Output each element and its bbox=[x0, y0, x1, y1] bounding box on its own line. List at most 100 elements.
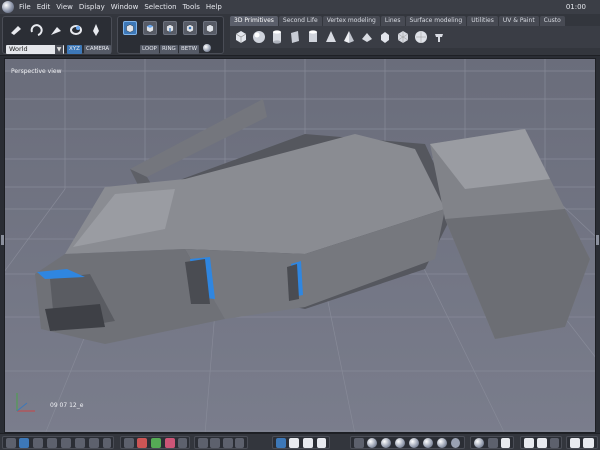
xyz-button[interactable]: XYZ bbox=[67, 45, 82, 54]
layout-three-icon[interactable] bbox=[61, 438, 71, 448]
edge-select-icon[interactable] bbox=[163, 21, 177, 35]
scene-render[interactable] bbox=[5, 59, 596, 433]
tab-uv-paint[interactable]: UV & Paint bbox=[498, 16, 539, 26]
dolly-icon[interactable] bbox=[317, 438, 326, 448]
menu-selection[interactable]: Selection bbox=[141, 0, 179, 14]
tab-3d-primitives[interactable]: 3D Primitives bbox=[230, 16, 278, 26]
menu-window[interactable]: Window bbox=[108, 0, 142, 14]
prism-icon[interactable] bbox=[360, 29, 374, 45]
tab-lines[interactable]: Lines bbox=[380, 16, 405, 26]
loop-button[interactable]: LOOP bbox=[140, 45, 159, 54]
tube-icon[interactable] bbox=[306, 29, 320, 45]
axis-gizmo-icon bbox=[16, 393, 35, 412]
menu-tools[interactable]: Tools bbox=[180, 0, 203, 14]
texture-icon[interactable] bbox=[151, 438, 161, 448]
shade-1-icon[interactable] bbox=[367, 438, 377, 448]
zoom-icon[interactable] bbox=[223, 438, 233, 448]
torus-icon[interactable] bbox=[378, 29, 392, 45]
tab-custom[interactable]: Custo bbox=[539, 16, 565, 26]
layout-right-icon[interactable] bbox=[103, 438, 111, 448]
ring-button[interactable]: RING bbox=[160, 45, 178, 54]
toolbar: World ▼ XYZ CAMERA LOOP RING BETW 3D Pri… bbox=[0, 14, 600, 56]
frame-icon[interactable] bbox=[235, 438, 244, 448]
settings-dot-icon[interactable] bbox=[203, 44, 211, 52]
plane-icon[interactable] bbox=[288, 29, 302, 45]
menu-help[interactable]: Help bbox=[203, 0, 225, 14]
menu-file[interactable]: File bbox=[16, 0, 34, 14]
layout-four-icon[interactable] bbox=[75, 438, 85, 448]
shade-4-icon[interactable] bbox=[409, 438, 419, 448]
face-select-icon[interactable] bbox=[143, 21, 157, 35]
uv-icon[interactable] bbox=[178, 438, 187, 448]
primitive-palette bbox=[230, 26, 600, 48]
cube-icon[interactable] bbox=[234, 29, 248, 45]
vertex-select-icon[interactable] bbox=[183, 21, 197, 35]
object-select-icon[interactable] bbox=[123, 21, 137, 35]
geosphere-icon[interactable] bbox=[414, 29, 428, 45]
rotate-tool-icon[interactable] bbox=[29, 23, 43, 37]
shade-3-icon[interactable] bbox=[395, 438, 405, 448]
viewport-label: Perspective view bbox=[11, 68, 62, 75]
teapot-icon[interactable] bbox=[432, 29, 446, 45]
screenshot-icon[interactable] bbox=[570, 438, 580, 448]
shading-group bbox=[350, 436, 465, 449]
grid-view-icon[interactable] bbox=[124, 438, 134, 448]
scene-camera-icon[interactable] bbox=[550, 438, 559, 448]
left-panel-handle[interactable] bbox=[1, 235, 4, 245]
layout-quad-icon[interactable] bbox=[19, 438, 29, 448]
cylinder-icon[interactable] bbox=[270, 29, 284, 45]
shade-5-icon[interactable] bbox=[423, 438, 433, 448]
app-logo-icon[interactable] bbox=[2, 1, 14, 13]
render-group bbox=[470, 436, 514, 449]
render-settings-icon[interactable] bbox=[488, 438, 498, 448]
icosahedron-icon[interactable] bbox=[396, 29, 410, 45]
perspective-viewport[interactable]: Perspective view 09 07 12_e bbox=[4, 58, 596, 433]
wire-icon[interactable] bbox=[210, 438, 220, 448]
bottom-toolbar bbox=[0, 433, 600, 450]
group-select-icon[interactable] bbox=[203, 21, 217, 35]
record-icon[interactable] bbox=[583, 438, 594, 448]
render-output-icon[interactable] bbox=[501, 438, 510, 448]
scene-lights-icon[interactable] bbox=[537, 438, 547, 448]
menu-display[interactable]: Display bbox=[76, 0, 108, 14]
paint-icon[interactable] bbox=[137, 438, 147, 448]
shade-2-icon[interactable] bbox=[381, 438, 391, 448]
menu-edit[interactable]: Edit bbox=[34, 0, 54, 14]
render-preview-icon[interactable] bbox=[474, 438, 484, 448]
tab-vertex-modeling[interactable]: Vertex modeling bbox=[322, 16, 380, 26]
move-tool-icon[interactable] bbox=[9, 23, 23, 37]
pan-icon[interactable] bbox=[289, 438, 299, 448]
layout-split-v-icon[interactable] bbox=[47, 438, 57, 448]
material-icon[interactable] bbox=[165, 438, 175, 448]
pointer-icon[interactable] bbox=[276, 438, 286, 448]
coordinate-space-select[interactable]: World ▼ bbox=[6, 45, 64, 54]
shade-7-icon[interactable] bbox=[451, 438, 460, 448]
pyramid-icon[interactable] bbox=[342, 29, 356, 45]
bounding-icon[interactable] bbox=[354, 438, 364, 448]
sphere-icon[interactable] bbox=[252, 29, 266, 45]
camera-button[interactable]: CAMERA bbox=[84, 45, 112, 54]
ortho-icon[interactable] bbox=[198, 438, 208, 448]
tool-tabs: 3D Primitives Second Life Vertex modelin… bbox=[230, 16, 600, 26]
layout-single-icon[interactable] bbox=[6, 438, 16, 448]
tab-utilities[interactable]: Utilities bbox=[467, 16, 498, 26]
tab-surface-modeling[interactable]: Surface modeling bbox=[405, 16, 467, 26]
rocket-tool-icon[interactable] bbox=[89, 23, 103, 37]
orbit-icon[interactable] bbox=[303, 438, 313, 448]
layout-left-icon[interactable] bbox=[89, 438, 99, 448]
tab-second-life[interactable]: Second Life bbox=[278, 16, 322, 26]
menu-view[interactable]: View bbox=[53, 0, 76, 14]
chevron-down-icon: ▼ bbox=[55, 45, 63, 54]
capture-group bbox=[566, 436, 598, 449]
scene-objects-icon[interactable] bbox=[524, 438, 534, 448]
layout-group bbox=[2, 436, 114, 449]
cone-icon[interactable] bbox=[324, 29, 338, 45]
coordinate-space-value: World bbox=[9, 45, 28, 53]
layout-split-h-icon[interactable] bbox=[33, 438, 43, 448]
shade-6-icon[interactable] bbox=[437, 438, 447, 448]
magnet-tool-icon[interactable] bbox=[69, 23, 83, 37]
right-panel-handle[interactable] bbox=[596, 235, 599, 245]
scale-tool-icon[interactable] bbox=[49, 23, 63, 37]
scene-group bbox=[520, 436, 562, 449]
between-button[interactable]: BETW bbox=[179, 45, 200, 54]
